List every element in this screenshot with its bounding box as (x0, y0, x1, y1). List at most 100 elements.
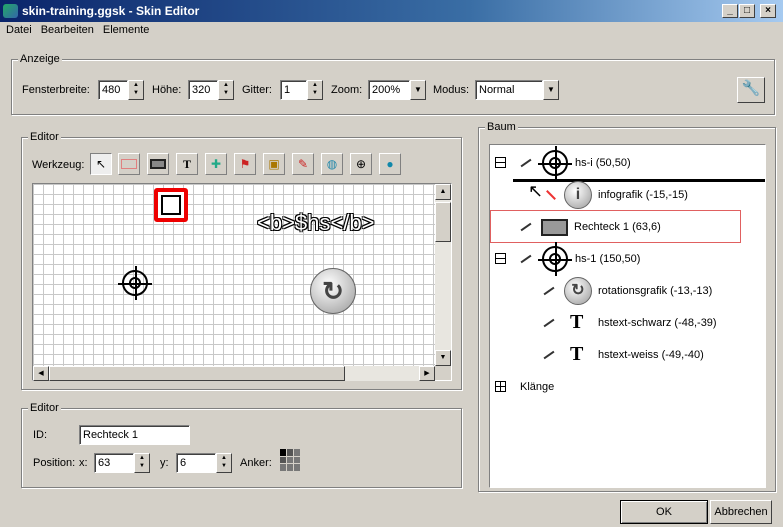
rectangle-outline-icon (121, 159, 137, 169)
horizontal-scrollbar[interactable]: ◀ ▶ (33, 366, 435, 381)
select-tool-button[interactable]: ↖ (90, 153, 112, 175)
button-image-icon: ▣ (268, 157, 280, 171)
rotation-tool-button[interactable]: ✎ (292, 153, 314, 175)
cursor-icon: ↖ (95, 157, 107, 171)
tree-item-klaenge[interactable]: Klänge (520, 381, 554, 393)
edit-pencil-icon[interactable] (543, 318, 555, 328)
tree-item-hs-i[interactable]: hs-i (50,50) (575, 157, 631, 169)
text-icon: T (570, 311, 584, 333)
calendar-icon: ✎ (297, 157, 309, 171)
editor-legend: Editor (28, 131, 61, 143)
menu-bearbeiten[interactable]: Bearbeiten (41, 24, 94, 36)
anzeige-legend: Anzeige (18, 53, 62, 65)
menu-datei[interactable]: Datei (6, 24, 32, 36)
properties-group: Editor (21, 402, 462, 488)
menu-elemente[interactable]: Elemente (103, 24, 149, 36)
rectangle-icon (541, 219, 568, 236)
gitter-input[interactable]: 1 (280, 80, 307, 100)
globe-icon: ◍ (326, 157, 338, 171)
fensterbreite-spinner[interactable]: ▲ ▼ (128, 80, 144, 100)
x-input[interactable]: 63 (94, 453, 134, 473)
hidden-visibility-icon[interactable] (546, 190, 556, 200)
hoehe-input[interactable]: 320 (188, 80, 218, 100)
hotspot-image-tool-button[interactable]: ⚑ (234, 153, 256, 175)
app-icon (3, 4, 18, 18)
drop-indicator (513, 179, 765, 182)
settings-wrench-button[interactable]: 🔧 (737, 77, 765, 103)
hotspot-icon (538, 242, 572, 276)
tree-view[interactable]: hs-i (50,50) ↖ i infografik (-15,-15) Re… (489, 144, 766, 488)
rotation-icon: ↻ (564, 277, 592, 305)
crosshair-icon: ⊕ (355, 157, 367, 171)
gitter-label: Gitter: (242, 84, 272, 96)
fensterbreite-input[interactable]: 480 (98, 80, 128, 100)
info-icon: i (564, 181, 592, 209)
zoom-select[interactable]: 200% (368, 80, 410, 100)
close-button[interactable]: × (760, 4, 776, 18)
selected-rectangle-element[interactable] (154, 188, 188, 222)
properties-legend: Editor (28, 402, 61, 414)
zoom-label: Zoom: (331, 84, 363, 96)
wrench-icon: 🔧 (741, 80, 761, 97)
editor-canvas[interactable]: <b>$hs</b> ↻ (33, 184, 435, 366)
text-icon: T (182, 157, 191, 171)
vertical-scrollbar[interactable]: ▲ ▼ (435, 184, 451, 366)
pin-tool-button[interactable]: ● (379, 153, 401, 175)
rectangle-filled-icon (150, 159, 166, 169)
maximize-button[interactable]: □ (739, 4, 755, 18)
collapse-icon[interactable] (495, 157, 506, 168)
tree-item-rechteck-1[interactable]: Rechteck 1 (63,6) (574, 221, 661, 233)
edit-pencil-icon[interactable] (520, 254, 532, 264)
rectangle-shape (161, 195, 181, 215)
tree-item-infografik[interactable]: infografik (-15,-15) (598, 189, 688, 201)
expand-icon[interactable] (495, 381, 506, 392)
button-tool-button[interactable]: ▣ (263, 153, 285, 175)
menu-bar: Datei Bearbeiten Elemente (6, 24, 158, 40)
hotspot-marker[interactable] (118, 266, 152, 300)
flag-image-icon: ⚑ (239, 157, 251, 171)
rectangle-filled-tool-button[interactable] (147, 153, 169, 175)
minimize-button[interactable]: _ (722, 4, 738, 18)
image-tool-button[interactable]: ✚ (205, 153, 227, 175)
crosshair-tool-button[interactable]: ⊕ (350, 153, 372, 175)
tree-item-rotationsgrafik[interactable]: rotationsgrafik (-13,-13) (598, 285, 712, 297)
modus-dropdown-arrow[interactable]: ▼ (543, 80, 559, 100)
rectangle-outline-tool-button[interactable] (118, 153, 140, 175)
x-label: x: (79, 457, 88, 469)
anker-label: Anker: (240, 457, 272, 469)
tree-item-hs-1[interactable]: hs-1 (150,50) (575, 253, 640, 265)
modus-label: Modus: (433, 84, 470, 96)
hotspot-text-element[interactable]: <b>$hs</b> (257, 210, 374, 236)
modus-select[interactable]: Normal (475, 80, 543, 100)
mouse-cursor-icon: ↖ (528, 181, 544, 201)
y-input[interactable]: 6 (176, 453, 216, 473)
gitter-spinner[interactable]: ▲ ▼ (307, 80, 323, 100)
y-spinner[interactable]: ▲ ▼ (216, 453, 232, 473)
baum-legend: Baum (485, 121, 518, 133)
edit-pencil-icon[interactable] (543, 286, 555, 296)
globe-tool-button[interactable]: ◍ (321, 153, 343, 175)
anchor-picker[interactable] (280, 449, 302, 471)
id-label: ID: (33, 429, 48, 441)
image-icon: ✚ (210, 157, 222, 171)
edit-pencil-icon[interactable] (543, 350, 555, 360)
tree-item-hstext-schwarz[interactable]: hstext-schwarz (-48,-39) (598, 317, 717, 329)
title-bar: skin-training.ggsk - Skin Editor (0, 0, 783, 22)
collapse-icon[interactable] (495, 253, 506, 264)
hoehe-spinner[interactable]: ▲ ▼ (218, 80, 234, 100)
cancel-button[interactable]: Abbrechen (710, 500, 772, 524)
x-spinner[interactable]: ▲ ▼ (134, 453, 150, 473)
id-input[interactable]: Rechteck 1 (79, 425, 190, 445)
text-tool-button[interactable]: T (176, 153, 198, 175)
rotation-graphic-element[interactable]: ↻ (310, 268, 356, 314)
werkzeug-label: Werkzeug: (32, 159, 85, 171)
zoom-dropdown-arrow[interactable]: ▼ (410, 80, 426, 100)
hoehe-label: Höhe: (152, 84, 182, 96)
y-label: y: (160, 457, 169, 469)
position-label: Position: (33, 457, 76, 469)
ok-button[interactable]: OK (620, 500, 708, 524)
edit-pencil-icon[interactable] (520, 158, 532, 168)
tree-item-hstext-weiss[interactable]: hstext-weiss (-49,-40) (598, 349, 704, 361)
fensterbreite-label: Fensterbreite: (22, 84, 90, 96)
hotspot-icon (538, 146, 572, 180)
